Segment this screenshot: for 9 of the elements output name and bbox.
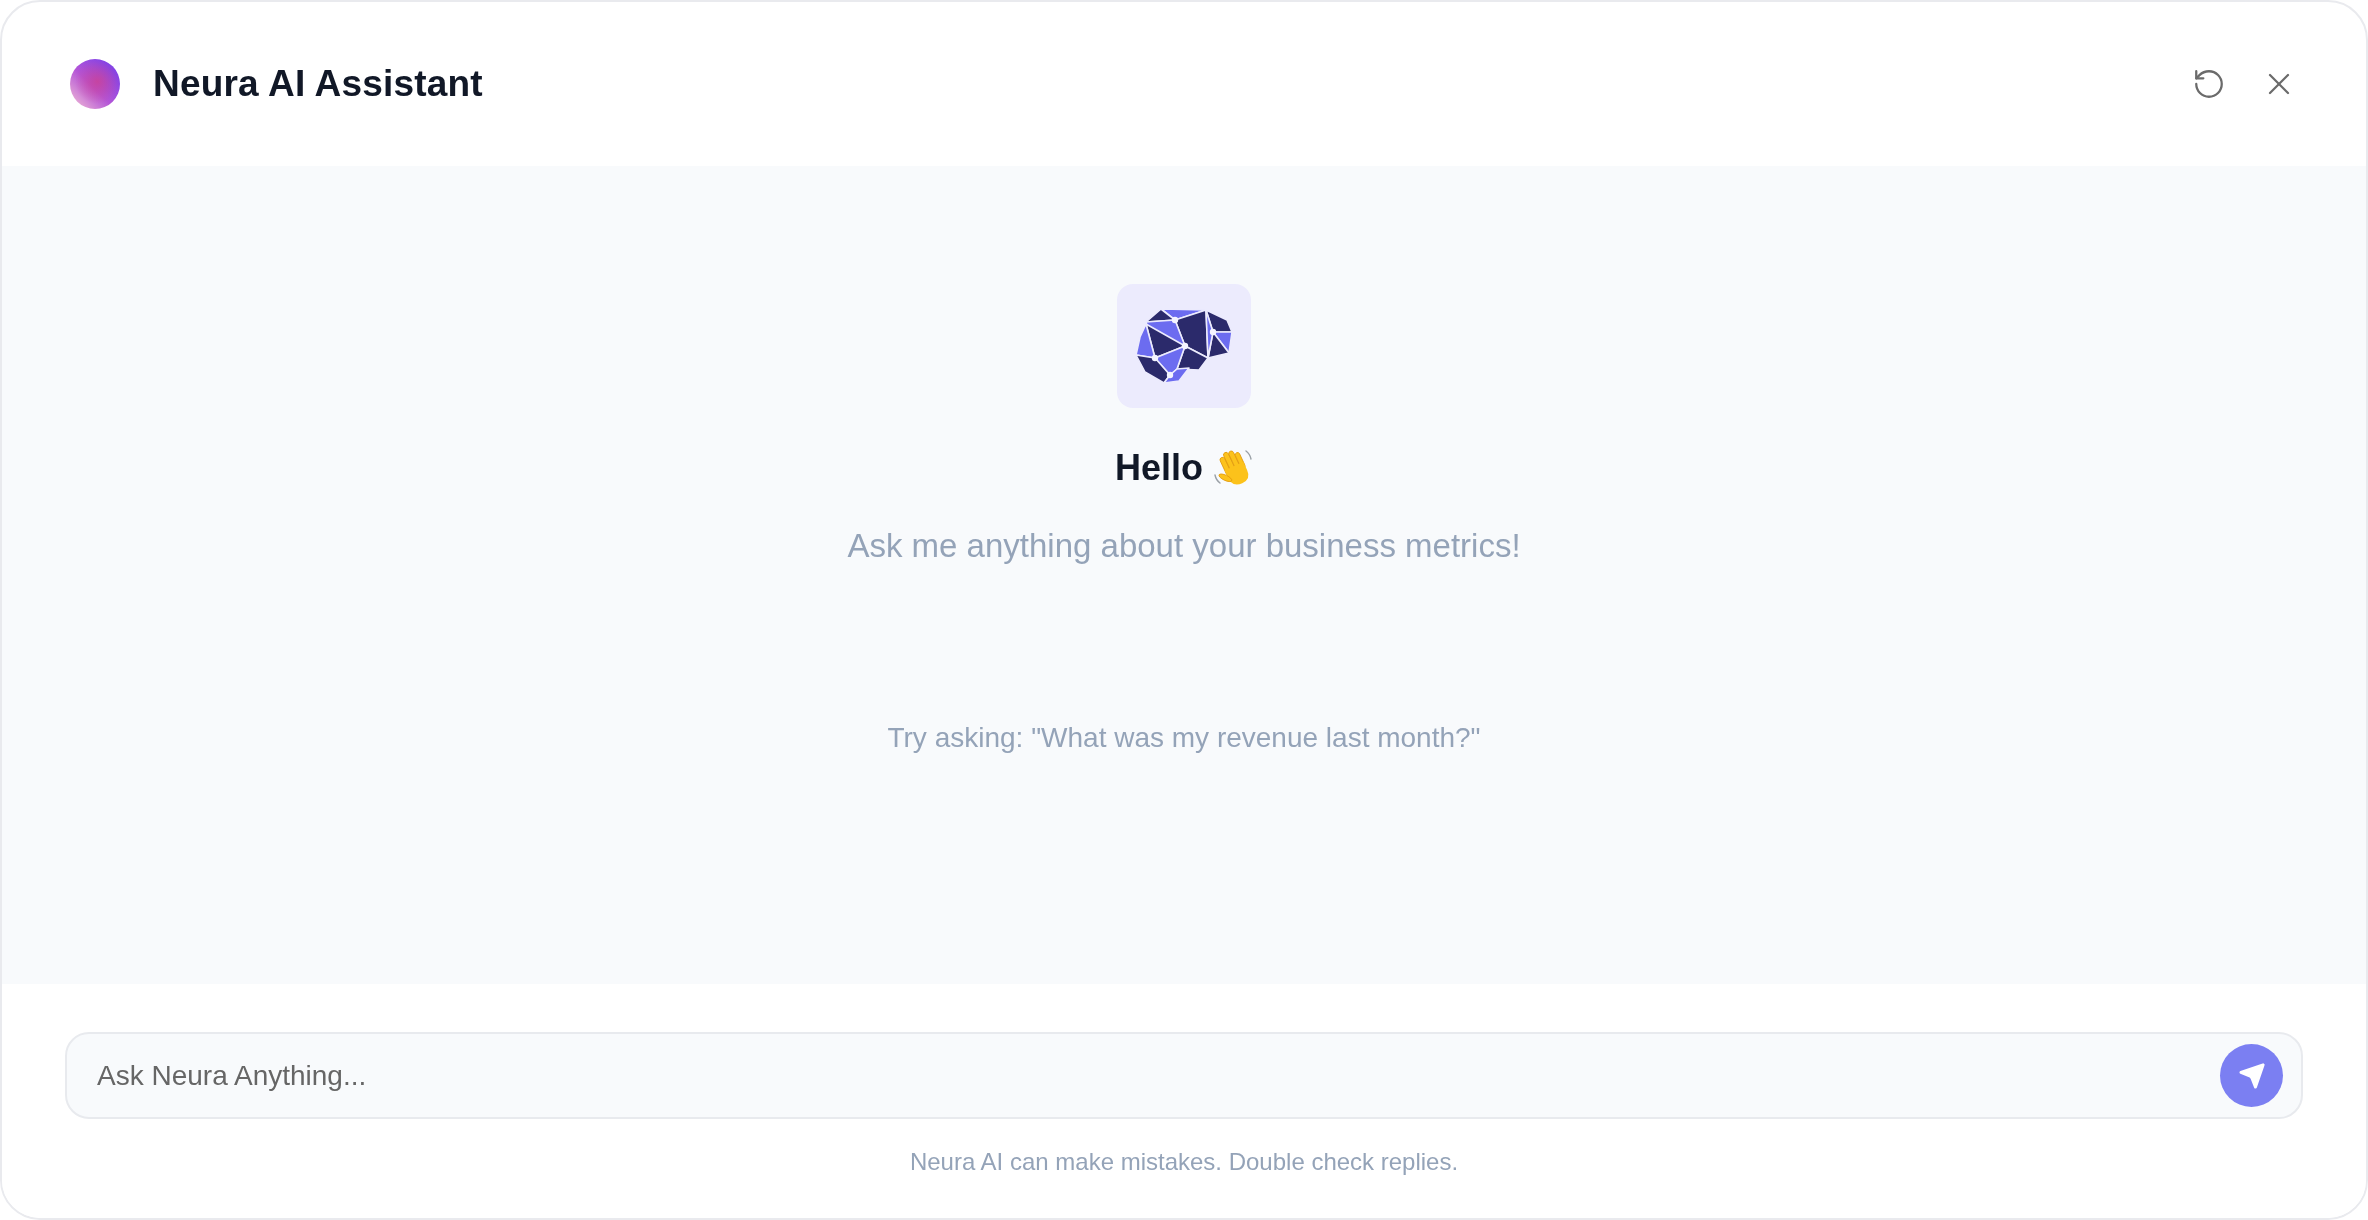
window-title: Neura AI Assistant	[153, 63, 484, 105]
greeting-heading: Hello	[1115, 446, 1203, 490]
counterclockwise-arrow-icon	[2192, 67, 2226, 101]
paper-plane-icon	[2237, 1061, 2266, 1090]
message-input[interactable]: Ask Neura Anything...	[65, 1032, 2303, 1119]
disclaimer-text: Neura AI can make mistakes. Double check replies.	[909, 1147, 1459, 1177]
brain-icon	[1117, 284, 1251, 408]
welcome-subtitle: Ask me anything about your business metrics!	[847, 526, 1521, 566]
suggestion-text: Try asking: "What was my revenue last month?"	[887, 721, 1481, 755]
